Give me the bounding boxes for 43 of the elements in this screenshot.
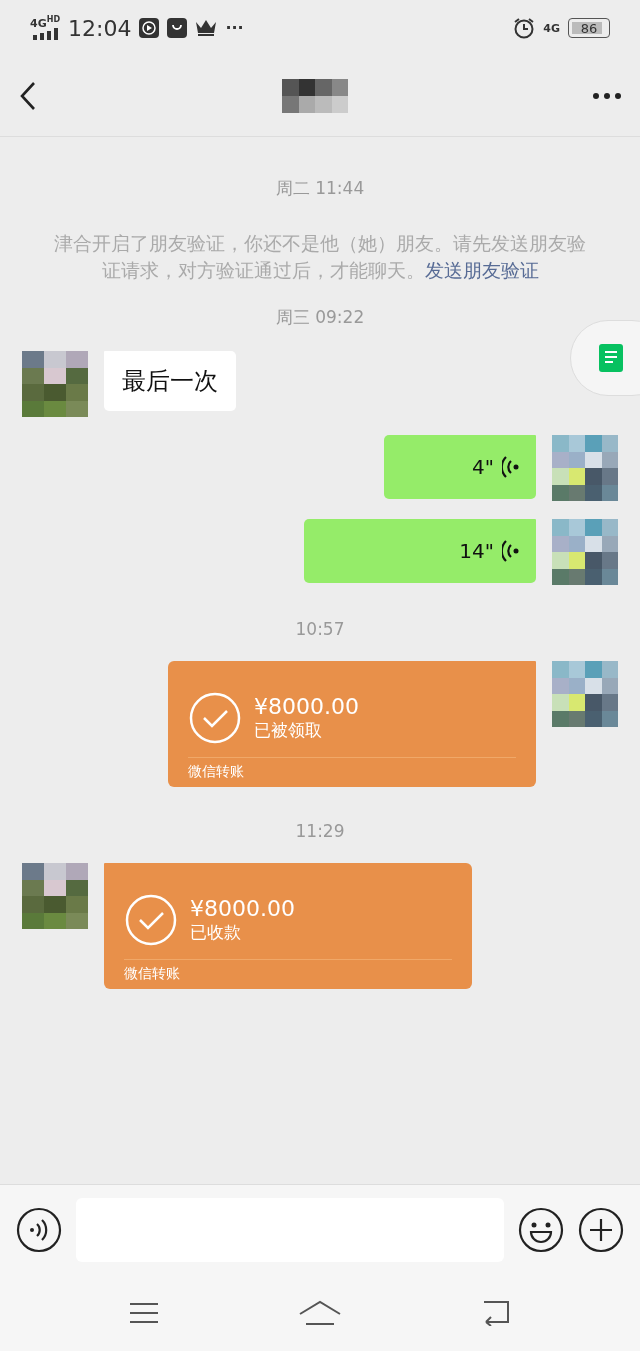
avatar-placeholder[interactable]: [22, 863, 88, 929]
timestamp: 10:57: [295, 619, 345, 639]
transfer-label: 微信转账: [124, 964, 181, 983]
voice-message-bubble[interactable]: 4": [384, 435, 536, 499]
home-button[interactable]: [298, 1300, 342, 1326]
avatar-placeholder[interactable]: [552, 661, 618, 727]
timestamp: 11:29: [295, 821, 345, 841]
transfer-label: 微信转账: [188, 762, 245, 781]
bag-icon: [167, 18, 188, 38]
more-options-button[interactable]: [592, 92, 622, 100]
avatar-placeholder[interactable]: [22, 351, 88, 417]
document-icon: [599, 344, 623, 372]
signal-icon: [32, 28, 58, 41]
transfer-amount: ¥8000.00: [254, 694, 359, 719]
avatar-placeholder[interactable]: [552, 435, 618, 501]
alarm-clock-icon: [513, 17, 536, 39]
voice-wave-icon: [502, 455, 520, 479]
crown-icon: [195, 19, 218, 37]
transfer-amount: ¥8000.00: [190, 896, 295, 921]
send-verification-link[interactable]: 发送朋友验证: [424, 259, 539, 281]
network-label: 4G$^{HD}$: [30, 15, 61, 29]
status-time: 12:04: [68, 15, 132, 41]
back-button[interactable]: [18, 81, 38, 111]
timestamp: 周二 11:44: [275, 177, 365, 200]
add-button[interactable]: [578, 1207, 624, 1253]
transfer-status: 已被领取: [254, 719, 323, 742]
battery-level: 86: [568, 18, 610, 38]
timestamp: 周三 09:22: [275, 306, 365, 329]
data-network-label: 4G: [543, 22, 560, 34]
message-bubble[interactable]: 最后一次: [104, 351, 236, 411]
avatar-placeholder[interactable]: [552, 519, 618, 585]
menu-button[interactable]: [129, 1301, 160, 1325]
play-icon: [139, 18, 160, 38]
system-notice: 津合开启了朋友验证，你还不是他（她）朋友。请先发送朋友验证请求，对方验证通过后，才能聊天。发送朋友验证: [53, 231, 587, 283]
voice-message-bubble[interactable]: 14": [304, 519, 536, 583]
voice-wave-icon: [502, 539, 520, 563]
transfer-status: 已收款: [190, 921, 242, 944]
blurred-contact-name: [282, 79, 348, 113]
check-circle-icon: [124, 893, 178, 947]
more-notifications: ···: [225, 20, 244, 36]
emoji-button[interactable]: [518, 1207, 564, 1253]
check-circle-icon: [188, 691, 242, 745]
voice-input-button[interactable]: [16, 1207, 62, 1253]
